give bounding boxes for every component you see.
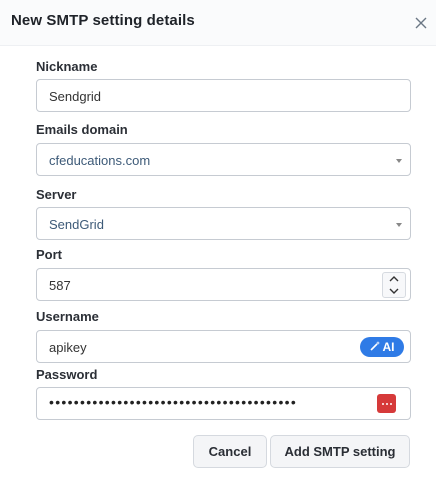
stepper-down-icon[interactable]	[383, 285, 405, 297]
emails-domain-select[interactable]: cfeducations.com	[36, 143, 411, 176]
username-input[interactable]: apikey AI	[36, 330, 411, 363]
server-select[interactable]: SendGrid	[36, 207, 411, 240]
emails-domain-value: cfeducations.com	[49, 153, 151, 168]
chevron-down-icon	[396, 223, 402, 227]
add-smtp-setting-button[interactable]: Add SMTP setting	[270, 435, 410, 468]
chevron-down-icon	[396, 159, 402, 163]
emails-domain-label: Emails domain	[36, 122, 128, 137]
cancel-button[interactable]: Cancel	[193, 435, 267, 468]
port-value: 587	[49, 278, 71, 293]
magic-wand-icon	[369, 340, 381, 354]
nickname-input[interactable]: Sendgrid	[36, 79, 411, 112]
password-value: ••••••••••••••••••••••••••••••••••••••••	[49, 394, 298, 410]
port-stepper	[382, 272, 406, 298]
password-manager-icon[interactable]	[377, 394, 396, 413]
port-label: Port	[36, 247, 62, 262]
username-label: Username	[36, 309, 99, 324]
port-input[interactable]: 587	[36, 268, 411, 301]
dialog-header: New SMTP setting details	[0, 0, 436, 46]
password-label: Password	[36, 367, 98, 382]
dialog-title: New SMTP setting details	[11, 12, 195, 29]
stepper-up-icon[interactable]	[383, 273, 405, 285]
nickname-value: Sendgrid	[49, 89, 102, 104]
ai-label: AI	[382, 340, 395, 354]
server-value: SendGrid	[49, 217, 104, 232]
nickname-label: Nickname	[36, 59, 98, 74]
server-label: Server	[36, 187, 77, 202]
username-value: apikey	[49, 340, 87, 355]
close-icon[interactable]	[410, 12, 432, 34]
password-input[interactable]: ••••••••••••••••••••••••••••••••••••••••	[36, 387, 411, 420]
ai-assist-button[interactable]: AI	[360, 337, 404, 357]
